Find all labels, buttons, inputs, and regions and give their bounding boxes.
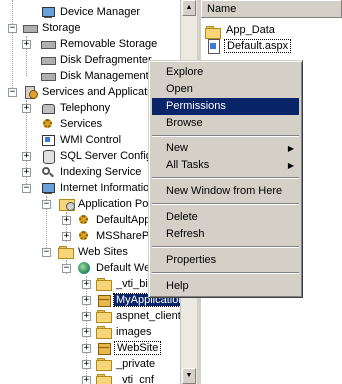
- expand-website-button[interactable]: +: [82, 344, 91, 353]
- disk-defragmenter-icon: [40, 52, 56, 68]
- expand-vti-cnf-button[interactable]: +: [82, 376, 91, 384]
- menu-item-open[interactable]: Open: [152, 81, 299, 98]
- tree-node-disk-management[interactable]: Disk Management: [40, 68, 151, 84]
- collapse-application-pools-button[interactable]: −: [42, 200, 51, 209]
- expand-images-button[interactable]: +: [82, 328, 91, 337]
- tree-node-disk-defragmenter[interactable]: Disk Defragmenter: [40, 52, 154, 68]
- menu-item-delete[interactable]: Delete: [152, 209, 299, 226]
- wmi-control-icon: [40, 132, 56, 148]
- storage-icon: [22, 20, 38, 36]
- mssharepoint-icon: [76, 228, 92, 244]
- expand-private-button[interactable]: +: [82, 360, 91, 369]
- submenu-arrow-icon: ▶: [287, 144, 294, 153]
- scroll-down-button[interactable]: ▼: [182, 368, 196, 384]
- collapse-default-web-site-button[interactable]: −: [62, 264, 71, 273]
- tree-node-removable-storage[interactable]: Removable Storage: [40, 36, 159, 52]
- default-app-pool-icon: [76, 212, 92, 228]
- indexing-service-icon: [40, 164, 56, 180]
- menu-item-properties[interactable]: Properties: [152, 252, 299, 269]
- submenu-arrow-icon: ▶: [287, 161, 294, 170]
- tree-node-telephony[interactable]: Telephony: [40, 100, 112, 116]
- menu-separator: [152, 177, 299, 179]
- tree-node-storage[interactable]: Storage: [22, 20, 83, 36]
- removable-storage-icon: [40, 36, 56, 52]
- expand-aspnet-client-button[interactable]: +: [82, 312, 91, 321]
- collapse-storage-button[interactable]: −: [8, 24, 17, 33]
- expand-myapplication-button[interactable]: +: [82, 296, 91, 305]
- tree-line: [12, 0, 13, 90]
- tree-node-private[interactable]: _private: [96, 356, 157, 372]
- expand-default-app-pool-button[interactable]: +: [62, 216, 71, 225]
- default-web-site-icon: [76, 260, 92, 276]
- sql-server-icon: [40, 148, 56, 165]
- menu-item-permissions[interactable]: Permissions: [152, 98, 299, 115]
- menu-item-new-window[interactable]: New Window from Here: [152, 183, 299, 200]
- expand-sql-server-config-button[interactable]: +: [22, 152, 31, 161]
- column-header-name[interactable]: Name: [201, 0, 342, 18]
- file-icon: [205, 38, 221, 55]
- vti-cnf-icon: [96, 374, 112, 384]
- services-applications-icon: [22, 84, 38, 100]
- tree-node-indexing-service[interactable]: Indexing Service: [40, 164, 143, 180]
- expand-mssharepoint-button[interactable]: +: [62, 232, 71, 241]
- tree-node-website[interactable]: WebSite: [96, 340, 162, 356]
- tree-node-aspnet-client[interactable]: aspnet_client: [96, 308, 180, 324]
- website-icon: [96, 340, 112, 356]
- menu-item-explore[interactable]: Explore: [152, 64, 299, 81]
- menu-separator: [152, 272, 299, 274]
- iis-icon: [40, 180, 56, 196]
- tree-node-vti-bin[interactable]: _vti_bin: [96, 276, 156, 292]
- myapplication-icon: [96, 292, 112, 308]
- tree-node-services[interactable]: Services: [40, 116, 104, 132]
- services-icon: [40, 116, 56, 132]
- menu-item-browse[interactable]: Browse: [152, 115, 299, 132]
- list-item-default-aspx[interactable]: Default.aspx: [205, 38, 292, 55]
- list-item-app-data[interactable]: App_Data: [205, 22, 277, 40]
- expand-telephony-button[interactable]: +: [22, 104, 31, 113]
- scroll-up-button[interactable]: ▲: [182, 0, 196, 16]
- collapse-web-sites-button[interactable]: −: [42, 248, 51, 257]
- collapse-services-applications-button[interactable]: −: [8, 88, 17, 97]
- menu-separator: [152, 203, 299, 205]
- context-menu: Explore Open Permissions Browse New ▶ All…: [148, 60, 303, 298]
- device-manager-icon: [40, 4, 56, 20]
- expand-indexing-service-button[interactable]: +: [22, 168, 31, 177]
- menu-separator: [152, 135, 299, 137]
- collapse-iis-button[interactable]: −: [22, 184, 31, 193]
- menu-separator: [152, 246, 299, 248]
- tree-node-wmi-control[interactable]: WMI Control: [40, 132, 123, 148]
- tree-node-images[interactable]: images: [96, 324, 153, 340]
- menu-item-new[interactable]: New ▶: [152, 140, 299, 157]
- expand-vti-bin-button[interactable]: +: [82, 280, 91, 289]
- expand-removable-storage-button[interactable]: +: [22, 40, 31, 49]
- tree-node-device-manager[interactable]: Device Manager: [40, 4, 142, 20]
- tree-node-vti-cnf[interactable]: _vti_cnf: [96, 372, 156, 384]
- application-pools-icon: [58, 196, 75, 212]
- disk-management-icon: [40, 68, 56, 84]
- telephony-icon: [40, 100, 56, 116]
- folder-icon: [205, 26, 221, 40]
- menu-item-help[interactable]: Help: [152, 278, 299, 295]
- tree-node-web-sites[interactable]: Web Sites: [58, 244, 130, 260]
- menu-item-refresh[interactable]: Refresh: [152, 226, 299, 243]
- web-sites-icon: [58, 246, 74, 262]
- menu-item-all-tasks[interactable]: All Tasks ▶: [152, 157, 299, 174]
